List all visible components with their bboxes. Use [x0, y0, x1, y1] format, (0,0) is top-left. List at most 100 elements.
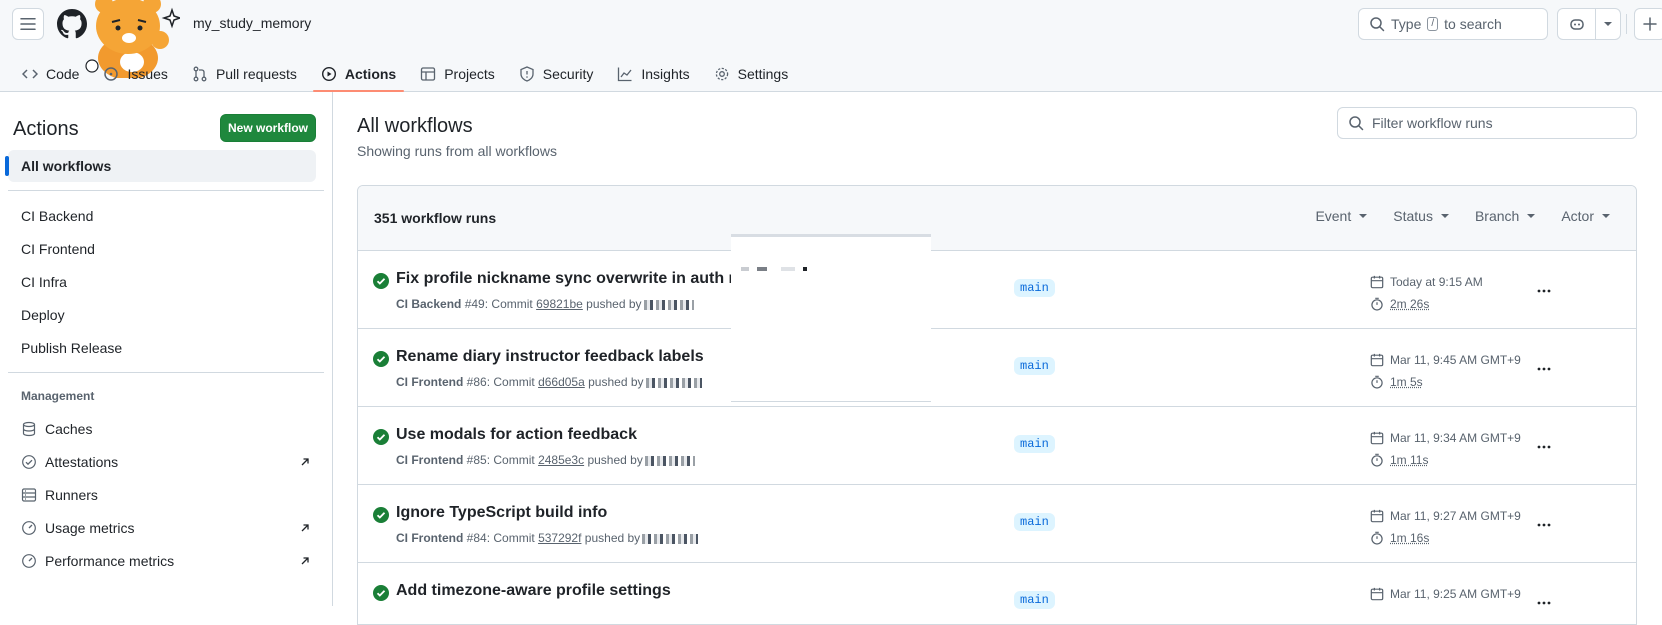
sidebar-item-deploy[interactable]: Deploy	[21, 307, 311, 323]
sidebar-item-ci-infra[interactable]: CI Infra	[21, 274, 311, 290]
run-number: #85	[467, 453, 487, 467]
tab-actions[interactable]: Actions	[313, 56, 404, 92]
date-text: Mar 11, 9:27 AM GMT+9	[1390, 509, 1521, 523]
tab-projects[interactable]: Projects	[412, 56, 503, 92]
pushed-by-text: pushed by	[586, 297, 641, 311]
actor-filter-dropdown[interactable]: Actor	[1561, 208, 1610, 224]
copilot-icon[interactable]	[1558, 9, 1596, 39]
run-options-button[interactable]	[1530, 589, 1558, 617]
tab-pull-requests[interactable]: Pull requests	[184, 56, 305, 92]
run-options-button[interactable]	[1530, 355, 1558, 383]
check-circle-icon	[373, 429, 389, 445]
status-filter-dropdown[interactable]: Status	[1393, 208, 1449, 224]
run-options-button[interactable]	[1530, 433, 1558, 461]
copilot-button[interactable]	[1557, 8, 1621, 40]
filter-runs-input[interactable]: Filter workflow runs	[1337, 107, 1637, 139]
workflow-run-row[interactable]: Add timezone-aware profile settings main…	[358, 563, 1636, 625]
redaction-overlay	[731, 234, 931, 402]
run-title-link[interactable]: Add timezone-aware profile settings	[396, 582, 671, 600]
sidebar-item-caches[interactable]: Caches	[21, 421, 311, 437]
branch-badge[interactable]: main	[1014, 279, 1055, 297]
run-meta: CI Frontend #84: Commit 537292f pushed b…	[396, 531, 698, 545]
tab-code[interactable]: Code	[14, 56, 87, 92]
check-circle-icon	[373, 351, 389, 367]
filter-label: Branch	[1475, 208, 1519, 224]
server-icon	[21, 487, 37, 503]
sidebar-item-label: Runners	[45, 487, 98, 503]
event-filter-dropdown[interactable]: Event	[1315, 208, 1367, 224]
run-options-button[interactable]	[1530, 277, 1558, 305]
check-circle-icon	[373, 585, 389, 601]
branch-filter-dropdown[interactable]: Branch	[1475, 208, 1535, 224]
run-title-link[interactable]: Ignore TypeScript build info	[396, 504, 607, 522]
check-circle-icon	[373, 507, 389, 523]
commit-sha-link[interactable]: 537292f	[538, 531, 581, 545]
tab-issues[interactable]: Issues	[95, 56, 175, 92]
chevron-down-icon	[1441, 214, 1449, 218]
new-workflow-button[interactable]: New workflow	[220, 114, 316, 142]
sidebar-item-all-workflows[interactable]: All workflows	[8, 150, 316, 182]
run-duration: 2m 26s	[1370, 293, 1483, 315]
commit-sha-link[interactable]: d66d05a	[538, 375, 585, 389]
run-title-link[interactable]: Fix profile nickname sync overwrite in a…	[396, 270, 747, 288]
tab-label: Projects	[444, 66, 495, 82]
filter-label: Status	[1393, 208, 1433, 224]
sidebar-item-usage-metrics[interactable]: Usage metrics	[21, 520, 311, 536]
sidebar-item-runners[interactable]: Runners	[21, 487, 311, 503]
workflow-run-row[interactable]: Ignore TypeScript build info CI Frontend…	[358, 485, 1636, 563]
workflow-run-row[interactable]: Fix profile nickname sync overwrite in a…	[358, 251, 1636, 329]
tab-label: Security	[543, 66, 594, 82]
commit-word: Commit	[493, 375, 534, 389]
redacted-username	[644, 300, 694, 310]
run-workflow-name: CI Frontend	[396, 531, 463, 545]
sidebar-item-performance-metrics[interactable]: Performance metrics	[21, 553, 311, 569]
sidebar-item-attestations[interactable]: Attestations	[21, 454, 311, 470]
branch-badge[interactable]: main	[1014, 357, 1055, 375]
repo-name-link[interactable]: my_study_memory	[193, 15, 311, 31]
duration-text: 1m 11s	[1390, 453, 1428, 467]
branch-badge[interactable]: main	[1014, 435, 1055, 453]
run-options-button[interactable]	[1530, 511, 1558, 539]
workflow-run-row[interactable]: Rename diary instructor feedback labels …	[358, 329, 1636, 407]
create-new-button[interactable]	[1634, 8, 1662, 40]
commit-sha-link[interactable]: 2485e3c	[538, 453, 584, 467]
commit-sha-link[interactable]: 69821be	[536, 297, 583, 311]
run-number: #86	[467, 375, 487, 389]
pull-request-icon	[192, 66, 208, 82]
sidebar-item-ci-frontend[interactable]: CI Frontend	[21, 241, 311, 257]
redacted-username	[645, 456, 695, 466]
branch-badge[interactable]: main	[1014, 513, 1055, 531]
date-text: Mar 11, 9:34 AM GMT+9	[1390, 431, 1521, 445]
run-time-info: Today at 9:15 AM 2m 26s	[1370, 271, 1483, 315]
external-link-icon	[299, 456, 311, 468]
tab-insights[interactable]: Insights	[609, 56, 697, 92]
sidebar-item-ci-backend[interactable]: CI Backend	[21, 208, 311, 224]
top-header: my_study_memory Type / to search Code Is…	[0, 0, 1662, 92]
menu-button[interactable]	[12, 8, 44, 40]
sidebar-item-label: Caches	[45, 421, 92, 437]
duration-text: 1m 16s	[1390, 531, 1429, 545]
tab-label: Issues	[127, 66, 167, 82]
run-time-info: Mar 11, 9:34 AM GMT+9 1m 11s	[1370, 427, 1521, 471]
tab-security[interactable]: Security	[511, 56, 602, 92]
workflow-run-row[interactable]: Use modals for action feedback CI Fronte…	[358, 407, 1636, 485]
runs-filters: Event Status Branch Actor	[1315, 208, 1610, 224]
graph-icon	[617, 66, 633, 82]
kebab-horizontal-icon	[1536, 595, 1552, 611]
tab-settings[interactable]: Settings	[706, 56, 797, 92]
copilot-dropdown-icon[interactable]	[1596, 22, 1620, 26]
run-time-info: Mar 11, 9:45 AM GMT+9 1m 5s	[1370, 349, 1521, 393]
run-date: Mar 11, 9:45 AM GMT+9	[1370, 349, 1521, 371]
code-icon	[22, 66, 38, 82]
page-subtitle: Showing runs from all workflows	[357, 143, 557, 159]
search-input[interactable]: Type / to search	[1358, 8, 1548, 40]
chevron-down-icon	[1527, 214, 1535, 218]
duration-text: 1m 5s	[1390, 375, 1423, 389]
branch-badge[interactable]: main	[1014, 591, 1055, 609]
sidebar-item-publish-release[interactable]: Publish Release	[21, 340, 311, 356]
sidebar-divider	[8, 190, 324, 191]
duration-text: 2m 26s	[1390, 297, 1429, 311]
run-title-link[interactable]: Use modals for action feedback	[396, 426, 637, 444]
run-title-link[interactable]: Rename diary instructor feedback labels	[396, 348, 704, 366]
sidebar-divider	[8, 372, 324, 373]
